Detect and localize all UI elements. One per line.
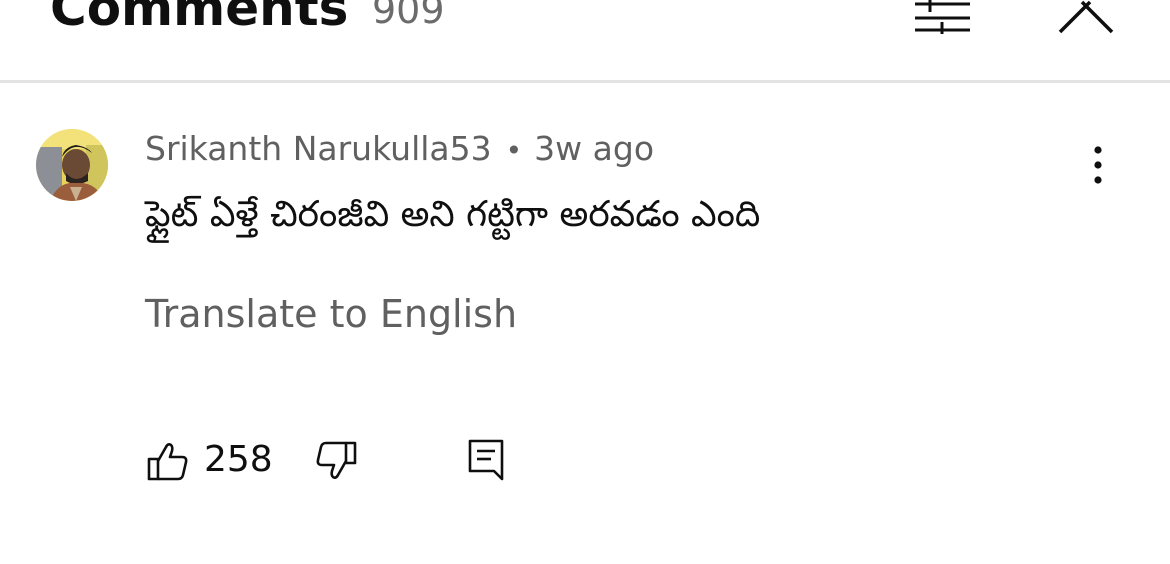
comment-time: 3w ago [534,129,655,168]
comments-title: Comments [50,0,349,37]
comment-item: Srikanth Narukulla53 • 3w ago ఫ్లైట్ ఏళ్తే… [0,83,1170,564]
comment-author[interactable]: Srikanth Narukulla53 [145,129,492,168]
comments-header: Comments 909 [0,0,1170,83]
avatar-image [36,129,108,201]
meta-separator: • [505,134,523,167]
thumb-up-icon[interactable] [146,439,190,483]
more-vert-icon[interactable] [1084,143,1112,187]
comment-actions: 258 [0,431,1170,491]
comment-text: ఫ్లైట్ ఏళ్తే చిరంజీవి అని గట్టిగా అరవడం … [145,194,761,235]
like-count: 258 [204,439,273,480]
filter-sliders-icon[interactable] [912,0,974,36]
avatar[interactable] [36,129,108,201]
close-icon[interactable] [1056,0,1116,36]
comments-count: 909 [372,0,445,32]
thumb-down-icon[interactable] [314,439,358,483]
comment-meta: Srikanth Narukulla53 • 3w ago [145,129,654,171]
comments-panel: Comments 909 Srikanth Narukulla53 • 3w a… [0,0,1170,564]
translate-button[interactable]: Translate to English [145,291,517,337]
reply-comment-icon[interactable] [466,437,506,481]
